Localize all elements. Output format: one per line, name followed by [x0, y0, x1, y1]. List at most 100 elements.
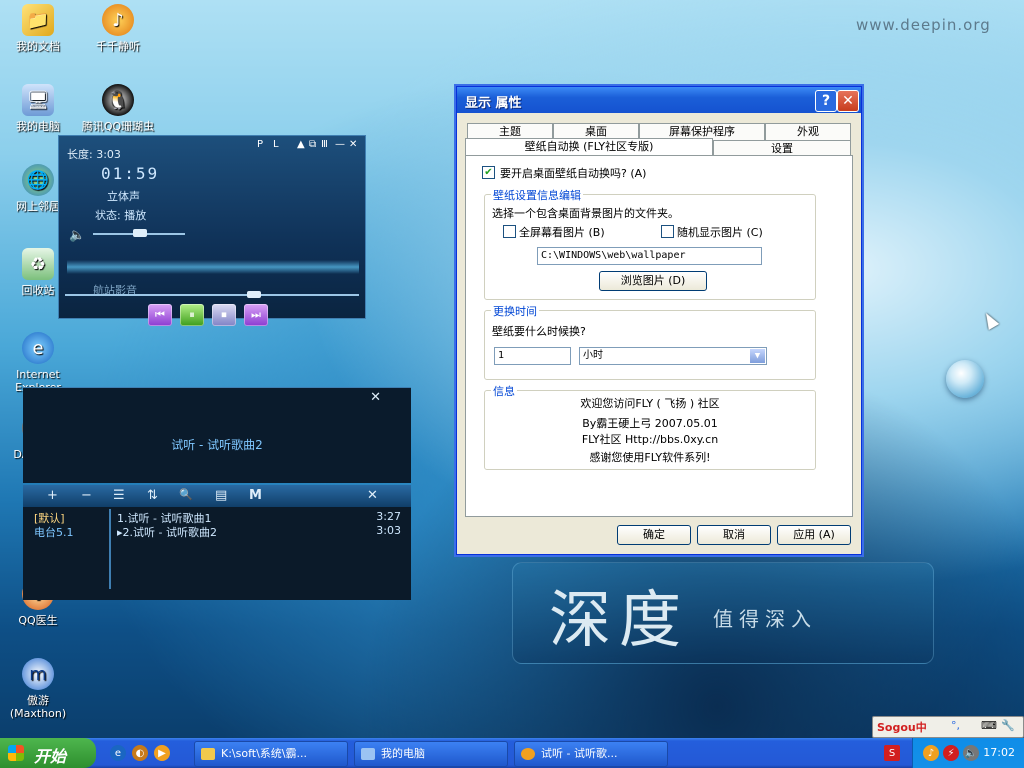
- headphones-icon: [521, 748, 535, 760]
- desktop-icon-qq[interactable]: 🐧 腾讯QQ珊瑚虫: [80, 84, 156, 133]
- track-length: 长度: 3:03: [67, 148, 121, 161]
- deepin-banner-big-text: 深度: [549, 583, 690, 656]
- playlist-close-button[interactable]: ✕: [367, 488, 378, 503]
- computer-icon: 🖥: [22, 84, 54, 116]
- ime-punct[interactable]: °,: [951, 719, 960, 732]
- lyrics-line: 试听 - 试听歌曲2: [171, 438, 263, 452]
- system-tray: ♪ ⚡ 🔈 17:02: [912, 738, 1024, 768]
- interval-group: 更换时间 壁纸要什么时候换? 1 小时 ▼: [484, 303, 816, 380]
- task-ttplayer[interactable]: 试听 - 试听歌...: [514, 741, 668, 767]
- playlist-groups: [默认] 电台5.1: [23, 507, 109, 600]
- close-button[interactable]: ✕: [837, 90, 859, 112]
- next-button[interactable]: ⏭: [244, 304, 268, 326]
- interval-unit-dropdown[interactable]: 小时 ▼: [579, 347, 767, 365]
- previous-button[interactable]: ⏮: [148, 304, 172, 326]
- mode-icon[interactable]: M: [249, 488, 262, 503]
- random-label: 随机显示图片 (C): [677, 226, 763, 239]
- start-button[interactable]: 开始: [0, 738, 96, 768]
- fullscreen-checkbox[interactable]: [503, 225, 516, 238]
- wallpaper-path-field[interactable]: C:\WINDOWS\web\wallpaper: [537, 247, 762, 265]
- ok-button[interactable]: 确定: [617, 525, 691, 545]
- progress-slider[interactable]: [65, 294, 359, 296]
- media-quicklaunch-icon[interactable]: ▶: [154, 745, 170, 761]
- ttplayer-tray-icon[interactable]: ♪: [923, 745, 939, 761]
- tab-appearance[interactable]: 外观: [765, 123, 851, 140]
- info-line: 欢迎您访问FLY ( 飞扬 ) 社区: [580, 397, 720, 410]
- mouse-cursor: [980, 310, 1000, 330]
- start-label: 开始: [34, 747, 67, 766]
- enable-auto-wallpaper-checkbox[interactable]: ✔: [482, 166, 495, 179]
- dialog-titlebar[interactable]: 显示 属性 ? ✕: [457, 87, 861, 113]
- security-tray-icon[interactable]: ⚡: [943, 745, 959, 761]
- task-explorer-folder[interactable]: K:\soft\系统\霸...: [194, 741, 348, 767]
- folder-icon: [201, 748, 215, 760]
- keyboard-icon[interactable]: ⌨: [981, 719, 997, 732]
- display-properties-dialog[interactable]: 显示 属性 ? ✕ 主题 桌面 屏幕保护程序 外观 壁纸自动换 (FLY社区专版…: [456, 86, 862, 555]
- add-icon[interactable]: +: [47, 488, 58, 503]
- desktop-icon-ttplayer[interactable]: ♪ 千千静听: [80, 4, 156, 53]
- network-icon: 🌐: [22, 164, 54, 196]
- maxthon-icon: m: [22, 658, 54, 690]
- browser-quicklaunch-icon[interactable]: ◐: [132, 745, 148, 761]
- apply-button[interactable]: 应用 (A): [777, 525, 851, 545]
- player-eject-button[interactable]: ▲: [297, 139, 305, 150]
- penguin-icon: 🐧: [102, 84, 134, 116]
- help-button[interactable]: ?: [815, 90, 837, 112]
- task-label: 我的电脑: [381, 747, 425, 760]
- browse-button[interactable]: 浏览图片 (D): [599, 271, 707, 291]
- music-player-window[interactable]: P L ▲ ⧉ Ⅲ — ✕ 长度: 3:03 01:59 立体声 状态: 播放 …: [58, 135, 366, 319]
- sort-icon[interactable]: ⇅: [147, 488, 158, 503]
- chevron-down-icon[interactable]: ▼: [750, 349, 765, 363]
- cancel-button[interactable]: 取消: [697, 525, 771, 545]
- search-icon[interactable]: 🔍: [179, 488, 193, 501]
- volume-tray-icon[interactable]: 🔈: [963, 745, 979, 761]
- enable-auto-wallpaper-label: 要开启桌面壁纸自动换吗? (A): [500, 167, 647, 180]
- desktop-icon-maxthon[interactable]: m 傲游 (Maxthon): [0, 658, 76, 720]
- lyrics-close-button[interactable]: ✕: [370, 390, 381, 405]
- pause-button[interactable]: ⏸: [180, 304, 204, 326]
- player-close-button[interactable]: ✕: [349, 139, 357, 150]
- headphones-icon: ♪: [102, 4, 134, 36]
- desktop-icon-my-documents[interactable]: 📁 我的文档: [0, 4, 76, 53]
- player-lyrics-toggle-button[interactable]: L: [273, 139, 279, 150]
- ie-icon[interactable]: e: [110, 745, 126, 761]
- track-duration: 3:27: [376, 510, 401, 523]
- remove-icon[interactable]: −: [81, 488, 92, 503]
- volume-knob[interactable]: [133, 229, 147, 237]
- ime-toolbar[interactable]: Sogou中 °, ⌨ 🔧: [872, 716, 1024, 738]
- list-icon[interactable]: ☰: [113, 488, 125, 503]
- player-menu-button[interactable]: Ⅲ: [321, 139, 328, 150]
- playlist-group[interactable]: 电台5.1: [34, 524, 74, 540]
- playlist-track[interactable]: ▸2.试听 - 试听歌曲2 3:03: [117, 524, 407, 540]
- water-drop-decoration: [946, 360, 984, 398]
- sogou-icon[interactable]: S: [884, 745, 900, 761]
- player-restore-button[interactable]: ⧉: [309, 139, 316, 150]
- clock[interactable]: 17:02: [983, 746, 1015, 759]
- track-duration: 3:03: [376, 524, 401, 537]
- lyrics-panel[interactable]: ✕ 试听 - 试听歌曲2: [23, 387, 411, 483]
- desktop-icon-my-computer[interactable]: 🖥 我的电脑: [0, 84, 76, 133]
- player-minimize-button[interactable]: —: [335, 139, 345, 150]
- desktop-icon-internet-explorer[interactable]: e Internet Explorer: [0, 332, 76, 394]
- deepin-banner-small-text: 值得深入: [713, 607, 817, 631]
- wrench-icon[interactable]: 🔧: [1001, 719, 1015, 732]
- channel-mode: 立体声: [107, 190, 140, 203]
- info-group: 信息 欢迎您访问FLY ( 飞扬 ) 社区 By霸王硬上弓 2007.05.01…: [484, 383, 816, 470]
- info-line: FLY社区 Http://bbs.0xy.cn: [581, 433, 719, 446]
- task-my-computer[interactable]: 我的电脑: [354, 741, 508, 767]
- interval-unit-value: 小时: [583, 350, 603, 361]
- progress-knob[interactable]: [247, 291, 261, 298]
- playlist-panel[interactable]: + − ☰ ⇅ 🔍 ▤ M ✕ [默认] 电台5.1 1.试听 - 试听歌曲1 …: [23, 485, 411, 600]
- random-checkbox[interactable]: [661, 225, 674, 238]
- task-label: 试听 - 试听歌...: [541, 747, 618, 760]
- fullscreen-label: 全屏幕看图片 (B): [519, 226, 605, 239]
- stop-button[interactable]: ⏹: [212, 304, 236, 326]
- playlist-toolbar: + − ☰ ⇅ 🔍 ▤ M ✕: [23, 485, 411, 507]
- interval-amount-field[interactable]: 1: [494, 347, 571, 365]
- ie-icon: e: [22, 332, 54, 364]
- elapsed-time: 01:59: [101, 164, 160, 183]
- player-playlist-toggle-button[interactable]: P: [257, 139, 263, 150]
- deepin-banner: 深度 值得深入: [512, 562, 934, 664]
- edit-icon[interactable]: ▤: [215, 488, 227, 503]
- speaker-icon[interactable]: 🔈: [69, 228, 85, 243]
